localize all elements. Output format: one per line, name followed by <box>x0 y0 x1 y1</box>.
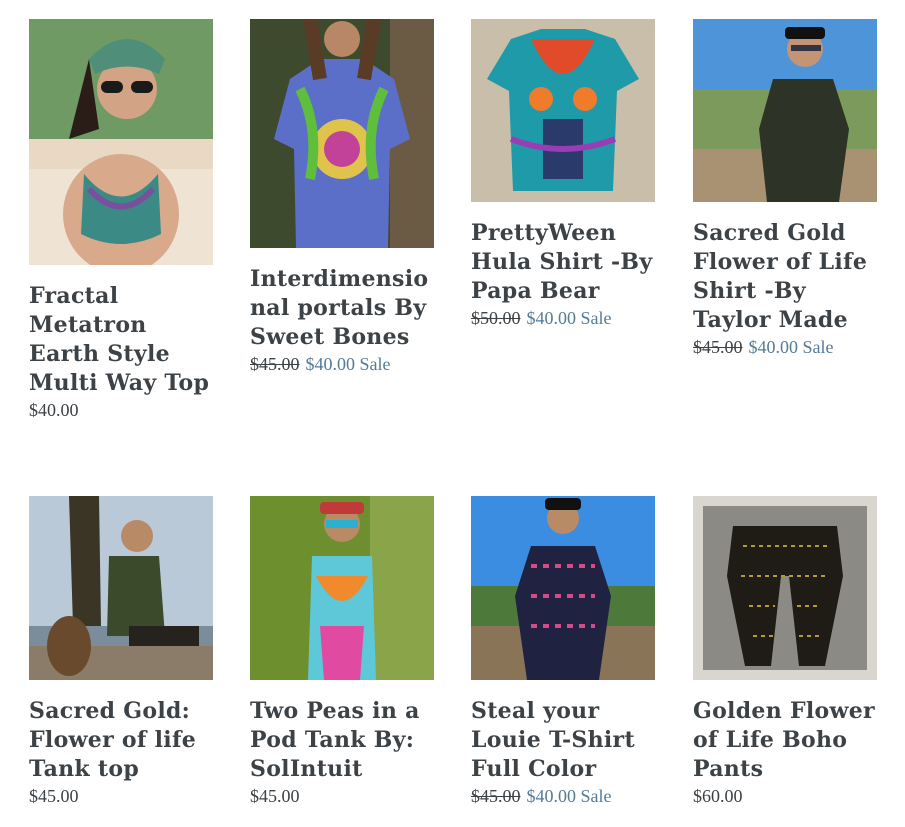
product-image[interactable] <box>471 19 655 202</box>
regular-price: $40.00 <box>29 400 79 420</box>
product-price: $45.00 $40.00 Sale <box>693 336 877 358</box>
product-price: $45.00 <box>29 785 213 807</box>
compare-at-price: $45.00 <box>693 337 743 357</box>
product-price: $40.00 <box>29 399 213 421</box>
product-price: $45.00 $40.00 Sale <box>250 353 434 375</box>
product-card[interactable]: Fractal Metatron Earth Style Multi Way T… <box>29 19 213 421</box>
product-card[interactable]: Sacred Gold Flower of Life Shirt -By Tay… <box>693 19 877 358</box>
product-title[interactable]: PrettyWeen Hula Shirt -By Papa Bear <box>471 219 655 306</box>
product-image[interactable] <box>693 496 877 680</box>
product-title[interactable]: Two Peas in a Pod Tank By: SolIntuit <box>250 697 434 784</box>
sale-badge: Sale <box>802 337 834 357</box>
product-card[interactable]: PrettyWeen Hula Shirt -By Papa Bear $50.… <box>471 19 655 329</box>
product-image[interactable] <box>471 496 655 680</box>
product-card[interactable]: Interdimensional portals By Sweet Bones … <box>250 19 434 375</box>
regular-price: $45.00 <box>250 786 300 806</box>
product-title[interactable]: Golden Flower of Life Boho Pants <box>693 697 877 784</box>
compare-at-price: $45.00 <box>250 354 300 374</box>
compare-at-price: $45.00 <box>471 786 521 806</box>
sale-price: $40.00 <box>526 308 577 328</box>
compare-at-price: $50.00 <box>471 308 521 328</box>
product-title[interactable]: Interdimensional portals By Sweet Bones <box>250 265 434 352</box>
product-card[interactable]: Two Peas in a Pod Tank By: SolIntuit $45… <box>250 496 434 807</box>
product-card[interactable]: Steal your Louie T-Shirt Full Color $45.… <box>471 496 655 807</box>
regular-price: $60.00 <box>693 786 743 806</box>
regular-price: $45.00 <box>29 786 79 806</box>
product-price: $50.00 $40.00 Sale <box>471 307 655 329</box>
sale-price: $40.00 <box>748 337 799 357</box>
product-image[interactable] <box>29 19 213 265</box>
product-title[interactable]: Fractal Metatron Earth Style Multi Way T… <box>29 282 213 398</box>
product-image[interactable] <box>29 496 213 680</box>
product-image[interactable] <box>693 19 877 202</box>
product-card[interactable]: Golden Flower of Life Boho Pants $60.00 <box>693 496 877 807</box>
sale-badge: Sale <box>580 308 612 328</box>
product-title[interactable]: Sacred Gold: Flower of life Tank top <box>29 697 213 784</box>
product-card[interactable]: Sacred Gold: Flower of life Tank top $45… <box>29 496 213 807</box>
sale-price: $40.00 <box>526 786 577 806</box>
product-price: $45.00 $40.00 Sale <box>471 785 655 807</box>
product-title[interactable]: Steal your Louie T-Shirt Full Color <box>471 697 655 784</box>
sale-badge: Sale <box>580 786 612 806</box>
product-price: $45.00 <box>250 785 434 807</box>
product-image[interactable] <box>250 496 434 680</box>
sale-badge: Sale <box>359 354 391 374</box>
product-title[interactable]: Sacred Gold Flower of Life Shirt -By Tay… <box>693 219 877 335</box>
product-price: $60.00 <box>693 785 877 807</box>
sale-price: $40.00 <box>305 354 356 374</box>
product-image[interactable] <box>250 19 434 248</box>
